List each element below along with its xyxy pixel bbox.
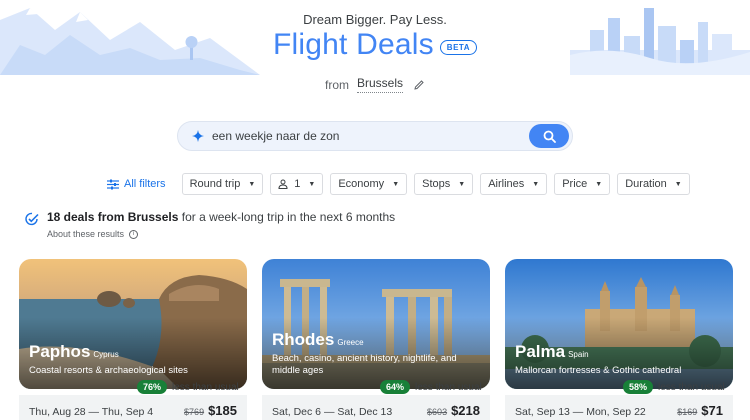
deal-price: $185 <box>208 403 237 418</box>
beta-badge: BETA <box>439 39 477 55</box>
savings-percent-badge: 64% <box>380 380 411 394</box>
from-label: from <box>324 77 349 92</box>
savings-badge-row: 64% less than usual <box>380 380 482 394</box>
savings-label: less than usual <box>172 381 239 393</box>
deals-check-icon <box>25 212 39 226</box>
results-description: for a week-long trip in the next 6 month… <box>178 210 396 224</box>
chevron-down-icon: ▼ <box>392 180 400 188</box>
title-row: Flight Deals BETA <box>0 28 750 62</box>
deal-price: $218 <box>451 403 480 418</box>
destination-description: Mallorcan fortresses & Gothic cathedral <box>515 365 682 376</box>
chevron-down-icon: ▼ <box>595 180 603 188</box>
stops-label: Stops <box>422 178 451 190</box>
price-dropdown[interactable]: Price ▼ <box>554 173 611 195</box>
all-filters-label: All filters <box>124 178 166 190</box>
cabin-class-dropdown[interactable]: Economy ▼ <box>330 173 408 195</box>
page-title: Flight Deals <box>273 28 434 61</box>
price-box: $769 $185 <box>184 403 237 420</box>
card-caption: Palma Spain Mallorcan fortresses & Gothic… <box>515 342 681 377</box>
chevron-down-icon: ▼ <box>532 180 540 188</box>
filter-bar: All filters Round trip ▼ 1 ▼ Economy ▼ S… <box>107 173 697 195</box>
tagline: Dream Bigger. Pay Less. <box>303 12 447 27</box>
city-name: Paphos <box>29 342 91 361</box>
search-bar[interactable]: een weekje naar de zon <box>177 121 573 151</box>
destination-image: Palma Spain Mallorcan fortresses & Gothic… <box>505 259 733 389</box>
chevron-down-icon: ▼ <box>308 180 316 188</box>
stops-dropdown[interactable]: Stops ▼ <box>414 173 474 195</box>
results-summary: 18 deals from Brussels for a week-long t… <box>24 210 395 239</box>
about-results-label: About these results <box>47 229 125 239</box>
card-footer: Sat, Sep 13 — Mon, Sep 22 $169 $71 <box>505 395 733 420</box>
deal-card-rhodes[interactable]: Rhodes Greece Beach, casino, ancient hist… <box>262 259 490 420</box>
savings-label: less than usual <box>415 381 482 393</box>
savings-percent-badge: 58% <box>623 380 654 394</box>
trip-dates: Thu, Aug 28 — Thu, Sep 4 <box>29 406 154 418</box>
trip-type-dropdown[interactable]: Round trip ▼ <box>181 173 264 195</box>
city-name: Rhodes <box>272 330 335 349</box>
country-name: Spain <box>568 350 589 359</box>
deal-card-paphos[interactable]: Paphos Cyprus Coastal resorts & archaeolo… <box>19 259 247 420</box>
destination-description: Coastal resorts & archaeological sites <box>29 365 188 376</box>
all-filters-button[interactable]: All filters <box>107 178 166 190</box>
chevron-down-icon: ▼ <box>674 180 682 188</box>
results-count-text: 18 deals from Brussels for a week-long t… <box>47 210 395 224</box>
airlines-dropdown[interactable]: Airlines ▼ <box>480 173 548 195</box>
card-footer: Sat, Dec 6 — Sat, Dec 13 $603 $218 <box>262 395 490 420</box>
origin-row: from Brussels <box>0 76 750 93</box>
deal-card-palma[interactable]: Palma Spain Mallorcan fortresses & Gothic… <box>505 259 733 420</box>
info-icon: i <box>129 229 139 239</box>
country-name: Greece <box>337 338 364 347</box>
deal-price: $71 <box>701 403 723 418</box>
destination-image: Paphos Cyprus Coastal resorts & archaeolo… <box>19 259 247 389</box>
about-results-link[interactable]: About these results i <box>47 229 395 239</box>
search-icon <box>543 130 556 143</box>
price-box: $169 $71 <box>677 403 723 420</box>
savings-percent-badge: 76% <box>137 380 168 394</box>
chevron-down-icon: ▼ <box>458 180 466 188</box>
country-name: Cyprus <box>93 350 119 359</box>
origin-city[interactable]: Brussels <box>356 76 403 93</box>
trip-dates: Sat, Sep 13 — Mon, Sep 22 <box>515 406 646 418</box>
deal-count: 18 deals from Brussels <box>47 210 179 224</box>
duration-label: Duration <box>625 178 667 190</box>
price-box: $603 $218 <box>427 403 480 420</box>
duration-dropdown[interactable]: Duration ▼ <box>617 173 690 195</box>
trip-type-label: Round trip <box>189 178 241 190</box>
passengers-dropdown[interactable]: 1 ▼ <box>270 173 324 195</box>
usual-price: $603 <box>427 407 448 417</box>
card-caption: Paphos Cyprus Coastal resorts & archaeolo… <box>29 342 188 377</box>
tune-icon <box>107 179 119 189</box>
card-caption: Rhodes Greece Beach, casino, ancient hist… <box>272 330 472 377</box>
person-icon <box>278 179 288 189</box>
search-button[interactable] <box>529 124 569 148</box>
savings-badge-row: 58% less than usual <box>623 380 725 394</box>
usual-price: $769 <box>184 407 205 417</box>
airlines-label: Airlines <box>488 178 525 190</box>
chevron-down-icon: ▼ <box>248 180 256 188</box>
pencil-icon[interactable] <box>413 79 425 91</box>
passengers-count: 1 <box>294 178 301 190</box>
usual-price: $169 <box>677 407 698 417</box>
trip-dates: Sat, Dec 6 — Sat, Dec 13 <box>272 406 393 418</box>
savings-badge-row: 76% less than usual <box>137 380 239 394</box>
city-name: Palma <box>515 342 566 361</box>
cabin-class-label: Economy <box>338 178 385 190</box>
destination-description: Beach, casino, ancient history, nightlif… <box>272 353 457 376</box>
search-input[interactable]: een weekje naar de zon <box>212 129 529 143</box>
sparkle-icon <box>192 130 204 142</box>
card-footer: Thu, Aug 28 — Thu, Sep 4 $769 $185 <box>19 395 247 420</box>
destination-image: Rhodes Greece Beach, casino, ancient hist… <box>262 259 490 389</box>
price-label: Price <box>562 178 588 190</box>
savings-label: less than usual <box>658 381 725 393</box>
